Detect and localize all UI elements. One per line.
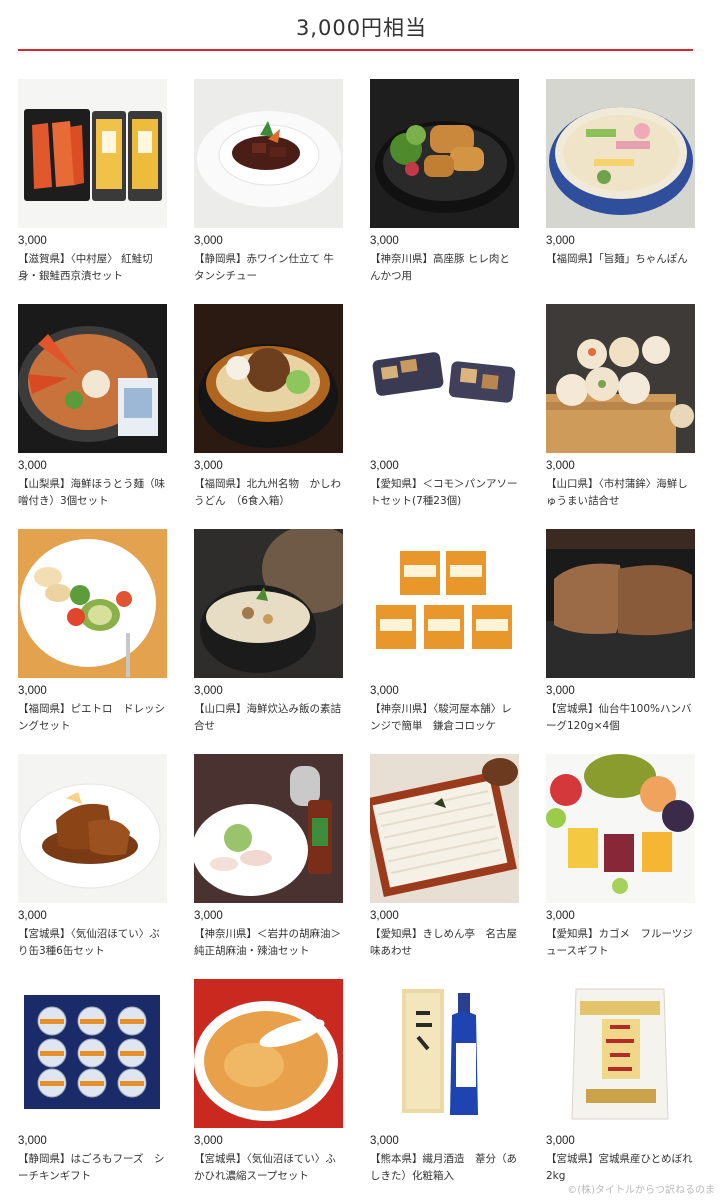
product-image[interactable] [370, 754, 519, 903]
product-card[interactable]: 3,000 【熊本県】繊月酒造 葦分（あしきた）化粧箱入 [370, 979, 519, 1204]
product-name[interactable]: 【神奈川県】〈駿河屋本舗〉レンジで簡単 鎌倉コロッケ [370, 701, 519, 735]
product-image[interactable] [194, 304, 343, 453]
product-card[interactable]: 3,000 【福岡県】「旨麺」ちゃんぽん [546, 79, 695, 304]
title-divider [18, 49, 693, 51]
product-price: 3,000 [370, 1135, 399, 1147]
product-card[interactable]: 3,000 【静岡県】赤ワイン仕立て 牛タンシチュー [194, 79, 343, 304]
product-price: 3,000 [546, 1135, 575, 1147]
product-image[interactable] [370, 529, 519, 678]
product-image[interactable] [546, 979, 695, 1128]
watermark: ©(株)タイトルからつ訳ねるのま [567, 1185, 715, 1196]
product-price: 3,000 [370, 460, 399, 472]
product-name[interactable]: 【愛知県】きしめん亭 名古屋味あわせ [370, 926, 519, 960]
product-name[interactable]: 【福岡県】「旨麺」ちゃんぽん [546, 251, 695, 268]
product-card[interactable]: 3,000 【神奈川県】＜岩井の胡麻油＞純正胡麻油・辣油セット [194, 754, 343, 979]
product-image[interactable] [18, 304, 167, 453]
product-card[interactable]: 3,000 【静岡県】はごろもフーズ シーチキンギフト [18, 979, 167, 1204]
product-card[interactable]: 3,000 【滋賀県】〈中村屋〉 紅鮭切身・銀鮭西京漬セット [18, 79, 167, 304]
product-price: 3,000 [194, 685, 223, 697]
product-name[interactable]: 【愛知県】カゴメ フルーツジュースギフト [546, 926, 695, 960]
product-image[interactable] [546, 529, 695, 678]
product-card[interactable]: 3,000 【福岡県】北九州名物 かしわうどん （6食入箱） [194, 304, 343, 529]
product-name[interactable]: 【福岡県】北九州名物 かしわうどん （6食入箱） [194, 476, 343, 510]
product-price: 3,000 [18, 460, 47, 472]
product-card[interactable]: 3,000 【山口県】海鮮炊込み飯の素詰合せ [194, 529, 343, 754]
product-card[interactable]: 3,000 【山口県】〈市村蒲鉾〉海鮮しゅうまい詰合せ [546, 304, 695, 529]
product-name[interactable]: 【愛知県】＜コモ＞パンアソートセット(7種23個) [370, 476, 519, 510]
product-price: 3,000 [194, 1135, 223, 1147]
product-name[interactable]: 【神奈川県】＜岩井の胡麻油＞純正胡麻油・辣油セット [194, 926, 343, 960]
product-card[interactable]: 3,000 【愛知県】カゴメ フルーツジュースギフト [546, 754, 695, 979]
product-name[interactable]: 【福岡県】ピエトロ ドレッシングセット [18, 701, 167, 735]
product-price: 3,000 [370, 685, 399, 697]
product-name[interactable]: 【宮城県】宮城県産ひとめぼれ2kg [546, 1151, 695, 1185]
product-name[interactable]: 【滋賀県】〈中村屋〉 紅鮭切身・銀鮭西京漬セット [18, 251, 167, 285]
product-price: 3,000 [546, 460, 575, 472]
product-name[interactable]: 【神奈川県】高座豚 ヒレ肉とんかつ用 [370, 251, 519, 285]
product-price: 3,000 [370, 235, 399, 247]
product-price: 3,000 [18, 685, 47, 697]
product-name[interactable]: 【山口県】海鮮炊込み飯の素詰合せ [194, 701, 343, 735]
product-name[interactable]: 【宮城県】〈気仙沼ほてい〉ぶり缶3種6缶セット [18, 926, 167, 960]
product-image[interactable] [18, 529, 167, 678]
product-price: 3,000 [194, 910, 223, 922]
product-card[interactable]: 3,000 【山梨県】海鮮ほうとう麺（味噌付き）3個セット [18, 304, 167, 529]
product-image[interactable] [370, 304, 519, 453]
product-image[interactable] [194, 979, 343, 1128]
product-price: 3,000 [18, 910, 47, 922]
product-card[interactable]: 3,000 【愛知県】きしめん亭 名古屋味あわせ [370, 754, 519, 979]
product-image[interactable] [194, 79, 343, 228]
product-price: 3,000 [18, 235, 47, 247]
product-price: 3,000 [370, 910, 399, 922]
product-price: 3,000 [546, 235, 575, 247]
product-price: 3,000 [546, 685, 575, 697]
product-name[interactable]: 【宮城県】仙台牛100%ハンバーグ120g×4個 [546, 701, 695, 735]
product-name[interactable]: 【静岡県】赤ワイン仕立て 牛タンシチュー [194, 251, 343, 285]
product-card[interactable]: 3,000 【神奈川県】〈駿河屋本舗〉レンジで簡単 鎌倉コロッケ [370, 529, 519, 754]
product-price: 3,000 [18, 1135, 47, 1147]
product-price: 3,000 [194, 235, 223, 247]
product-image[interactable] [546, 754, 695, 903]
product-name[interactable]: 【熊本県】繊月酒造 葦分（あしきた）化粧箱入 [370, 1151, 519, 1185]
product-grid: 3,000 【滋賀県】〈中村屋〉 紅鮭切身・銀鮭西京漬セット 3,000 【静岡県】… [18, 79, 695, 1204]
product-card[interactable]: 3,000 【福岡県】ピエトロ ドレッシングセット [18, 529, 167, 754]
product-card[interactable]: 3,000 【愛知県】＜コモ＞パンアソートセット(7種23個) [370, 304, 519, 529]
product-price: 3,000 [546, 910, 575, 922]
product-image[interactable] [18, 79, 167, 228]
product-name[interactable]: 【静岡県】はごろもフーズ シーチキンギフト [18, 1151, 167, 1185]
product-image[interactable] [194, 754, 343, 903]
product-card[interactable]: 3,000 【宮城県】仙台牛100%ハンバーグ120g×4個 [546, 529, 695, 754]
page-title: 3,000円相当 [295, 16, 428, 40]
product-card[interactable]: 3,000 【宮城県】〈気仙沼ほてい〉ふかひれ濃縮スープセット [194, 979, 343, 1204]
page-header: 3,000円相当 [0, 0, 723, 54]
product-image[interactable] [546, 304, 695, 453]
product-image[interactable] [18, 754, 167, 903]
product-card[interactable]: 3,000 【宮城県】宮城県産ひとめぼれ2kg [546, 979, 695, 1204]
product-image[interactable] [370, 979, 519, 1128]
product-name[interactable]: 【山梨県】海鮮ほうとう麺（味噌付き）3個セット [18, 476, 167, 510]
product-image[interactable] [370, 79, 519, 228]
product-image[interactable] [18, 979, 167, 1128]
product-image[interactable] [546, 79, 695, 228]
product-name[interactable]: 【宮城県】〈気仙沼ほてい〉ふかひれ濃縮スープセット [194, 1151, 343, 1185]
product-card[interactable]: 3,000 【神奈川県】高座豚 ヒレ肉とんかつ用 [370, 79, 519, 304]
product-price: 3,000 [194, 460, 223, 472]
product-card[interactable]: 3,000 【宮城県】〈気仙沼ほてい〉ぶり缶3種6缶セット [18, 754, 167, 979]
product-image[interactable] [194, 529, 343, 678]
product-name[interactable]: 【山口県】〈市村蒲鉾〉海鮮しゅうまい詰合せ [546, 476, 695, 510]
